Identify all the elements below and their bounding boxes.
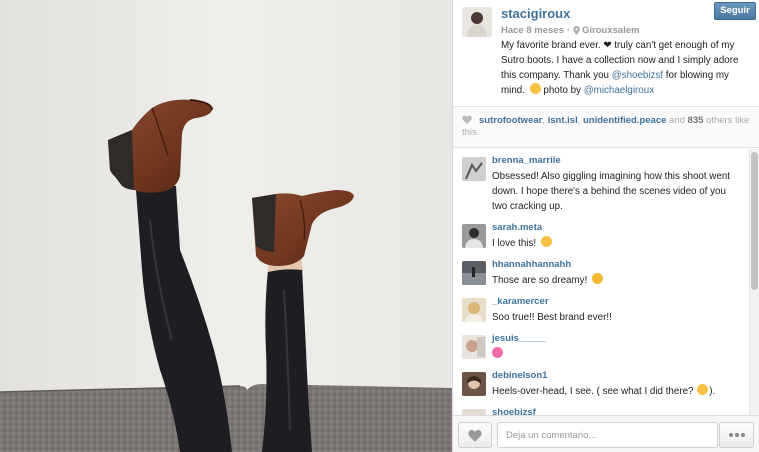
commenter-username[interactable]: sarah.meta xyxy=(492,222,741,234)
commenter-username[interactable]: hhannahhannahh xyxy=(492,259,741,271)
caption-mention-michaelgiroux[interactable]: @michaelgiroux xyxy=(584,85,654,96)
caption-text-3: photo by xyxy=(540,85,584,96)
meta-separator: · xyxy=(566,25,571,36)
commenter-username[interactable]: debinelson1 xyxy=(492,370,741,382)
comment-text: I love this! xyxy=(492,236,741,251)
comment-text-after: ). xyxy=(709,386,716,397)
comment-text xyxy=(492,347,741,362)
comments-scrollbar[interactable] xyxy=(749,149,759,415)
post-photo[interactable] xyxy=(0,0,452,452)
post-location[interactable]: Girouxsalem xyxy=(582,24,640,37)
post-time[interactable]: Hace 8 meses xyxy=(501,24,564,37)
commenter-avatar[interactable] xyxy=(462,261,486,285)
more-dots-icon xyxy=(740,433,745,437)
location-pin-icon xyxy=(573,26,580,35)
comment-text: Those are so dreamy! xyxy=(492,273,741,288)
comment-item: debinelson1 Heels-over-head, I see. ( se… xyxy=(453,370,749,399)
instagram-post-viewer: stacigiroux Hace 8 meses · Girouxsalem M… xyxy=(0,0,759,452)
commenter-avatar[interactable] xyxy=(462,335,486,359)
more-dots-icon xyxy=(734,433,739,437)
comment-footer xyxy=(453,415,759,452)
comment-text-content: I love this! xyxy=(492,238,537,249)
post-caption: My favorite brand ever. ❤ truly can't ge… xyxy=(501,38,753,98)
post-meta: Hace 8 meses · Girouxsalem xyxy=(501,24,753,37)
commenter-username[interactable]: brenna_marriie xyxy=(492,155,741,167)
likes-count[interactable]: 835 xyxy=(688,115,704,126)
commenter-username[interactable]: shoebizsf xyxy=(492,407,741,415)
comment-item: hhannahhannahh Those are so dreamy! xyxy=(453,259,749,288)
comment-text: Soo true!! Best brand ever!! xyxy=(492,312,612,323)
like-button[interactable] xyxy=(458,422,492,448)
photo-illustration xyxy=(0,0,452,452)
comment-text-content: Those are so dreamy! xyxy=(492,275,588,286)
grin-emoji-icon xyxy=(540,236,552,247)
liker-username[interactable]: isnt.isl xyxy=(548,115,578,126)
comment-item: brenna_marriie Obsessed! Also giggling i… xyxy=(453,155,749,214)
comment-text: Heels-over-head, I see. ( see what I did… xyxy=(492,384,741,399)
heart-icon xyxy=(468,429,482,442)
post-sidebar: stacigiroux Hace 8 meses · Girouxsalem M… xyxy=(452,0,759,452)
commenter-avatar[interactable] xyxy=(462,224,486,248)
commenter-avatar[interactable] xyxy=(462,298,486,322)
kiss-emoji-icon xyxy=(529,83,541,94)
commenter-avatar[interactable] xyxy=(462,372,486,396)
comment-item: jesuis_____ xyxy=(453,333,749,362)
comment-text-content: Heels-over-head, I see. ( see what I did… xyxy=(492,386,697,397)
comments-list: brenna_marriie Obsessed! Also giggling i… xyxy=(453,149,749,415)
two-hearts-emoji-icon xyxy=(492,347,503,358)
more-options-button[interactable] xyxy=(719,422,754,448)
commenter-avatar[interactable] xyxy=(462,157,486,181)
comment-text: Obsessed! Also giggling imagining how th… xyxy=(492,171,730,212)
caption-mention-shoebizsf[interactable]: @shoebizsf xyxy=(612,70,663,81)
heart-icon xyxy=(462,115,472,124)
commenter-username[interactable]: _karamercer xyxy=(492,296,741,308)
liker-username[interactable]: sutrofootwear xyxy=(479,115,542,126)
smirk-emoji-icon xyxy=(697,384,709,395)
more-dots-icon xyxy=(728,433,733,437)
likes-summary: sutrofootwear, isnt.isl, unidentified.pe… xyxy=(453,106,759,148)
heart-eyes-emoji-icon xyxy=(592,273,604,284)
comment-item: sarah.meta I love this! xyxy=(453,222,749,251)
author-avatar[interactable] xyxy=(462,7,492,37)
comment-item: _karamercer Soo true!! Best brand ever!! xyxy=(453,296,749,325)
liker-username[interactable]: unidentified.peace xyxy=(583,115,666,126)
commenter-username[interactable]: jesuis_____ xyxy=(492,333,741,345)
follow-button[interactable]: Seguir xyxy=(714,2,756,20)
likes-and-text: and xyxy=(666,115,688,126)
comment-item: shoebizsf xyxy=(453,407,749,415)
scrollbar-thumb[interactable] xyxy=(751,152,758,290)
post-header: stacigiroux Hace 8 meses · Girouxsalem M… xyxy=(453,0,759,106)
comment-input[interactable] xyxy=(497,422,718,448)
